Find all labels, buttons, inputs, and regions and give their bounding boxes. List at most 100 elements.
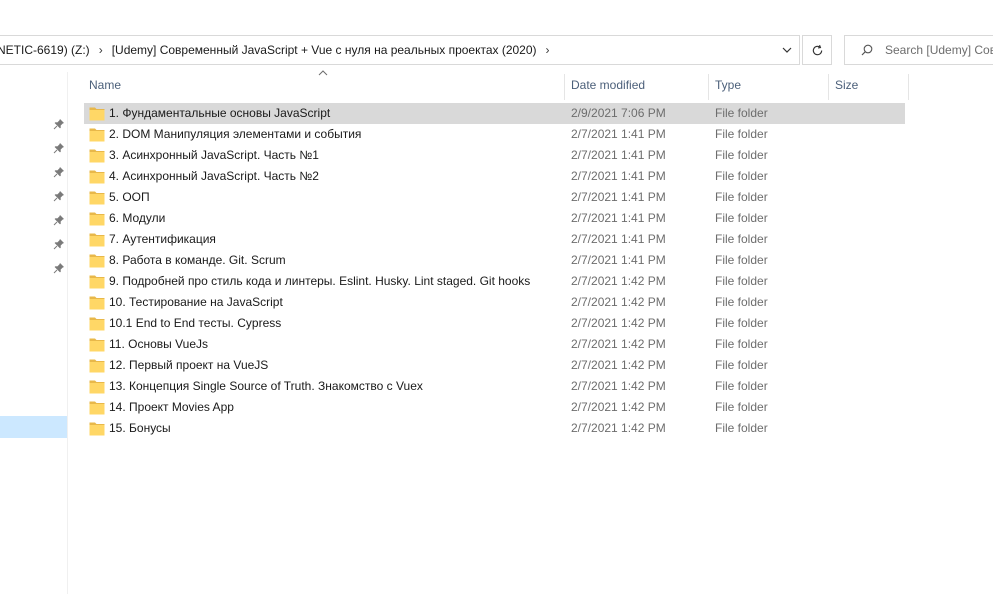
file-row[interactable]: 14. Проект Movies App 2/7/2021 1:42 PM Fil… bbox=[84, 397, 905, 418]
file-date-modified: 2/7/2021 1:41 PM bbox=[571, 190, 666, 204]
file-type: File folder bbox=[715, 316, 768, 330]
file-name: 2. DOM Манипуляция элементами и события bbox=[109, 127, 362, 141]
pin-icon[interactable] bbox=[53, 190, 65, 202]
column-header-date-modified[interactable]: Date modified bbox=[566, 74, 708, 96]
file-type: File folder bbox=[715, 190, 768, 204]
folder-icon bbox=[89, 379, 105, 394]
file-type: File folder bbox=[715, 295, 768, 309]
file-type: File folder bbox=[715, 253, 768, 267]
file-date-modified: 2/7/2021 1:42 PM bbox=[571, 295, 666, 309]
nav-item-selected[interactable] bbox=[0, 416, 67, 438]
file-name: 3. Асинхронный JavaScript. Часть №1 bbox=[109, 148, 319, 162]
file-name: 15. Бонусы bbox=[109, 421, 171, 435]
file-name: 6. Модули bbox=[109, 211, 166, 225]
file-name: 7. Аутентификация bbox=[109, 232, 216, 246]
file-row[interactable]: 10.1 End to End тесты. Cypress 2/7/2021 1… bbox=[84, 313, 905, 334]
folder-icon bbox=[89, 148, 105, 163]
chevron-right-icon[interactable]: › bbox=[99, 43, 103, 57]
breadcrumb-current-folder[interactable]: [Udemy] Современный JavaScript + Vue с н… bbox=[112, 43, 537, 57]
file-name: 4. Асинхронный JavaScript. Часть №2 bbox=[109, 169, 319, 183]
file-type: File folder bbox=[715, 337, 768, 351]
address-bar[interactable]: NETIC-6619) (Z:) › [Udemy] Современный J… bbox=[0, 35, 800, 65]
refresh-icon bbox=[812, 44, 822, 55]
file-row[interactable]: 9. Подробней про стиль кода и линтеры. E… bbox=[84, 271, 905, 292]
file-name: 5. ООП bbox=[109, 190, 150, 204]
file-row[interactable]: 1. Фундаментальные основы JavaScript 2/9/… bbox=[84, 103, 905, 124]
pin-icon[interactable] bbox=[53, 118, 65, 130]
file-type: File folder bbox=[715, 148, 768, 162]
folder-icon bbox=[89, 316, 105, 331]
folder-icon bbox=[89, 190, 105, 205]
file-name: 1. Фундаментальные основы JavaScript bbox=[109, 106, 331, 120]
file-type: File folder bbox=[715, 169, 768, 183]
file-date-modified: 2/7/2021 1:42 PM bbox=[571, 400, 666, 414]
column-divider[interactable] bbox=[908, 74, 909, 100]
file-type: File folder bbox=[715, 106, 768, 120]
column-divider[interactable] bbox=[564, 74, 565, 100]
pin-icon[interactable] bbox=[53, 166, 65, 178]
file-row[interactable]: 10. Тестирование на JavaScript 2/7/2021 1… bbox=[84, 292, 905, 313]
file-type: File folder bbox=[715, 400, 768, 414]
breadcrumb: NETIC-6619) (Z:) › [Udemy] Современный J… bbox=[0, 36, 559, 64]
folder-icon bbox=[89, 211, 105, 226]
file-row[interactable]: 6. Модули 2/7/2021 1:41 PM File folder bbox=[84, 208, 905, 229]
file-name: 14. Проект Movies App bbox=[109, 400, 234, 414]
file-name: 9. Подробней про стиль кода и линтеры. E… bbox=[109, 274, 531, 288]
file-explorer-window: NETIC-6619) (Z:) › [Udemy] Современный J… bbox=[0, 0, 993, 594]
file-row[interactable]: 13. Концепция Single Source of Truth. Зн… bbox=[84, 376, 905, 397]
folder-icon bbox=[89, 232, 105, 247]
search-icon bbox=[861, 44, 873, 56]
file-type: File folder bbox=[715, 274, 768, 288]
file-name: 10.1 End to End тесты. Cypress bbox=[109, 316, 282, 330]
folder-icon bbox=[89, 274, 105, 289]
file-date-modified: 2/7/2021 1:41 PM bbox=[571, 127, 666, 141]
file-type: File folder bbox=[715, 211, 768, 225]
pin-icon[interactable] bbox=[53, 262, 65, 274]
file-row[interactable]: 8. Работа в команде. Git. Scrum 2/7/2021 … bbox=[84, 250, 905, 271]
file-date-modified: 2/7/2021 1:42 PM bbox=[571, 274, 666, 288]
file-row[interactable]: 15. Бонусы 2/7/2021 1:42 PM File folder bbox=[84, 418, 905, 439]
folder-icon bbox=[89, 358, 105, 373]
file-type: File folder bbox=[715, 379, 768, 393]
chevron-right-icon[interactable]: › bbox=[546, 43, 550, 57]
file-name: 13. Концепция Single Source of Truth. Зн… bbox=[109, 379, 423, 393]
file-date-modified: 2/7/2021 1:41 PM bbox=[571, 148, 666, 162]
file-date-modified: 2/7/2021 1:42 PM bbox=[571, 316, 666, 330]
folder-icon bbox=[89, 400, 105, 415]
file-date-modified: 2/7/2021 1:41 PM bbox=[571, 211, 666, 225]
pin-icon[interactable] bbox=[53, 142, 65, 154]
file-name: 12. Первый проект на VueJS bbox=[109, 358, 269, 372]
file-row[interactable]: 3. Асинхронный JavaScript. Часть №1 2/7/2… bbox=[84, 145, 905, 166]
file-row[interactable]: 11. Основы VueJs 2/7/2021 1:42 PM File fol… bbox=[84, 334, 905, 355]
file-type: File folder bbox=[715, 421, 768, 435]
column-divider[interactable] bbox=[828, 74, 829, 100]
column-header-type[interactable]: Type bbox=[710, 74, 828, 96]
file-date-modified: 2/7/2021 1:41 PM bbox=[571, 232, 666, 246]
folder-icon bbox=[89, 337, 105, 352]
folder-icon bbox=[89, 295, 105, 310]
pin-icon[interactable] bbox=[53, 238, 65, 250]
column-divider[interactable] bbox=[708, 74, 709, 100]
file-date-modified: 2/7/2021 1:41 PM bbox=[571, 169, 666, 183]
folder-icon bbox=[89, 169, 105, 184]
file-date-modified: 2/7/2021 1:42 PM bbox=[571, 358, 666, 372]
column-header-size[interactable]: Size bbox=[830, 74, 906, 96]
file-date-modified: 2/7/2021 1:41 PM bbox=[571, 253, 666, 267]
folder-icon bbox=[89, 421, 105, 436]
file-type: File folder bbox=[715, 232, 768, 246]
pin-icon[interactable] bbox=[53, 214, 65, 226]
column-header-name[interactable]: Name bbox=[84, 74, 564, 96]
folder-icon bbox=[89, 253, 105, 268]
file-row[interactable]: 7. Аутентификация 2/7/2021 1:41 PM File fo… bbox=[84, 229, 905, 250]
breadcrumb-drive[interactable]: NETIC-6619) (Z:) bbox=[0, 43, 90, 57]
search-input[interactable] bbox=[885, 43, 993, 57]
search-box[interactable] bbox=[844, 35, 993, 65]
file-row[interactable]: 12. Первый проект на VueJS 2/7/2021 1:42 … bbox=[84, 355, 905, 376]
file-row[interactable]: 4. Асинхронный JavaScript. Часть №2 2/7/2… bbox=[84, 166, 905, 187]
refresh-button[interactable] bbox=[802, 35, 832, 65]
file-date-modified: 2/7/2021 1:42 PM bbox=[571, 337, 666, 351]
file-row[interactable]: 2. DOM Манипуляция элементами и события 2… bbox=[84, 124, 905, 145]
file-row[interactable]: 5. ООП 2/7/2021 1:41 PM File folder bbox=[84, 187, 905, 208]
navigation-pane[interactable] bbox=[0, 72, 68, 594]
address-history-dropdown[interactable] bbox=[775, 36, 799, 64]
